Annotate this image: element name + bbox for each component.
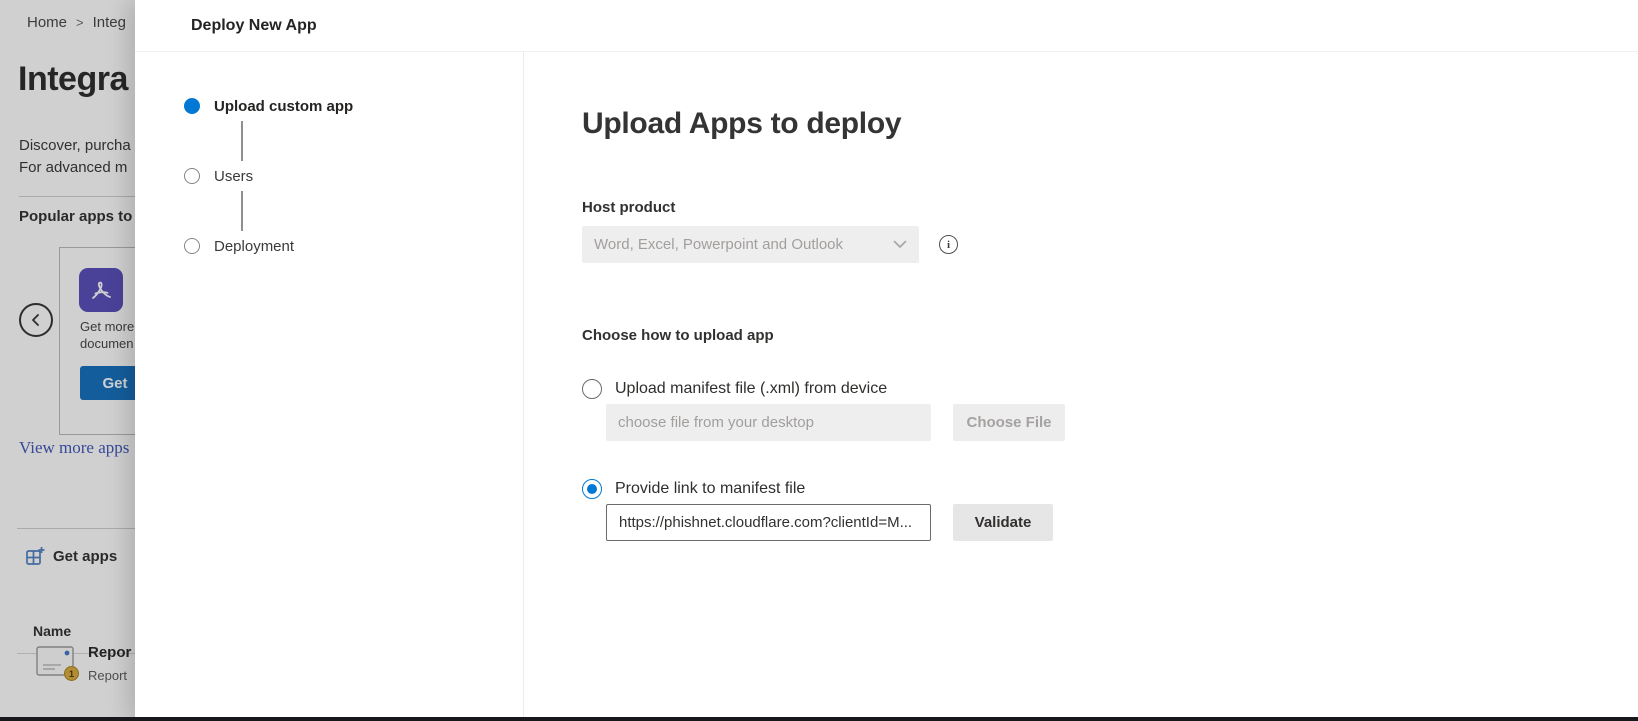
step-idle-dot-icon (184, 168, 200, 184)
step-active-dot-icon (184, 98, 200, 114)
host-product-label: Host product (582, 199, 1638, 217)
step-connector (241, 121, 243, 161)
window-bottom-edge (0, 717, 1638, 721)
radio-unchecked-icon[interactable] (582, 379, 602, 399)
step-connector (241, 191, 243, 231)
step-idle-dot-icon (184, 238, 200, 254)
radio-label: Provide link to manifest file (615, 480, 805, 498)
radio-label: Upload manifest file (.xml) from device (615, 380, 887, 398)
panel-content: Upload Apps to deploy Host product Word,… (524, 52, 1638, 721)
panel-title: Deploy New App (191, 17, 317, 35)
step-upload-custom-app[interactable]: Upload custom app (184, 96, 523, 116)
radio-checked-icon[interactable] (582, 479, 602, 499)
step-users[interactable]: Users (184, 166, 523, 186)
host-product-dropdown[interactable]: Word, Excel, Powerpoint and Outlook (582, 226, 919, 263)
info-icon[interactable]: i (939, 235, 958, 254)
radio-option-provide-link[interactable]: Provide link to manifest file (582, 478, 1638, 500)
step-label: Users (214, 168, 253, 185)
deploy-new-app-panel: Deploy New App Upload custom app Users D… (135, 0, 1638, 721)
step-label: Upload custom app (214, 98, 353, 115)
host-product-value: Word, Excel, Powerpoint and Outlook (594, 236, 885, 253)
choose-upload-label: Choose how to upload app (582, 327, 1638, 345)
content-heading: Upload Apps to deploy (582, 104, 1638, 144)
validate-button[interactable]: Validate (953, 504, 1053, 541)
chevron-down-icon (893, 237, 907, 252)
radio-option-upload-from-device[interactable]: Upload manifest file (.xml) from device (582, 378, 1638, 400)
manifest-file-input[interactable] (606, 404, 931, 441)
wizard-stepper: Upload custom app Users Deployment (135, 52, 524, 721)
panel-header: Deploy New App (135, 0, 1638, 52)
choose-file-button[interactable]: Choose File (953, 404, 1065, 441)
step-deployment[interactable]: Deployment (184, 236, 523, 256)
manifest-link-input[interactable] (606, 504, 931, 541)
step-label: Deployment (214, 238, 294, 255)
